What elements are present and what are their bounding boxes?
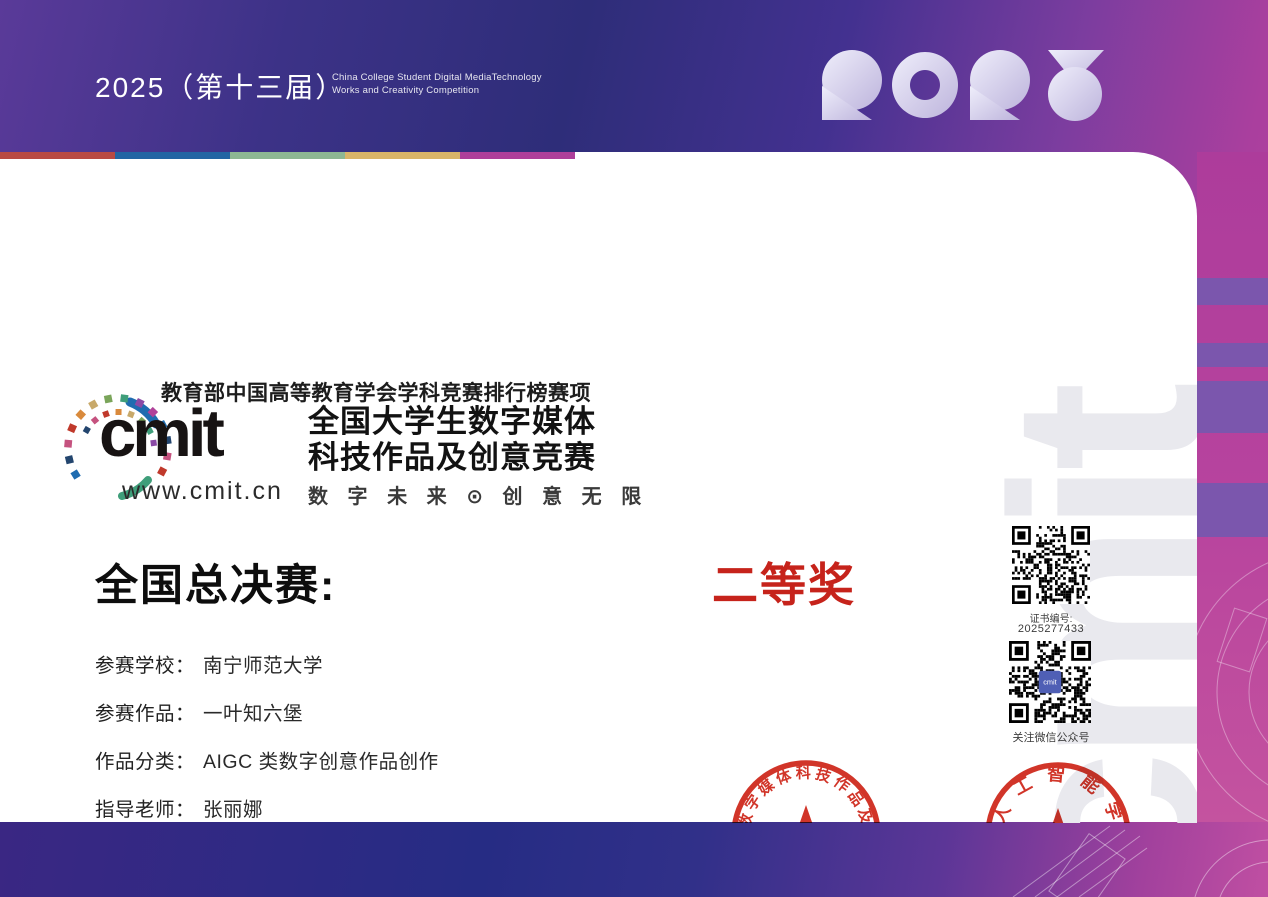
color-strip (0, 152, 575, 159)
field-row-work: 参赛作品： 一叶知六堡 (95, 697, 439, 745)
field-label: 参赛作品： (95, 703, 196, 725)
strip-segment (460, 152, 575, 159)
caai-seal: 中国人工智能学会 1191520398358 (976, 753, 1130, 823)
field-label: 指导老师： (95, 799, 196, 821)
decor-band (1197, 343, 1268, 367)
field-row-advisor: 指导老师： 张丽娜 (95, 793, 439, 823)
fan-lines-decoration (1012, 825, 1268, 897)
english-subtitle: China College Student Digital MediaTechn… (332, 72, 542, 97)
field-label: 参赛学校： (95, 655, 196, 677)
organizing-committee-seal: 全国大学生数字媒体科技作品及创意竞赛 组织委员会 (732, 760, 880, 823)
decor-band (1197, 278, 1268, 305)
competition-name-line2: 科技作品及创意竞赛 (308, 440, 596, 475)
slogan: 数 字 未 来 ⊙ 创 意 无 限 (308, 486, 649, 508)
field-value: 南宁师范大学 (203, 655, 324, 677)
field-value: 张丽娜 (203, 799, 264, 821)
certificate-qr-code (1012, 526, 1090, 604)
field-label: 作品分类： (95, 751, 196, 773)
prize-level: 二等奖 (712, 559, 856, 611)
year-2025-logo (822, 50, 1104, 121)
edition-title: 2025（第十三届） (95, 72, 346, 103)
cmit-logotype: cmit (99, 396, 225, 471)
wechat-follow-caption: 关注微信公众号 (1012, 732, 1090, 744)
arc-lines-decoration (1197, 562, 1268, 822)
right-decor-column (1197, 152, 1268, 822)
strip-segment (0, 152, 115, 159)
field-row-category: 作品分类： AIGC 类数字创意作品创作 (95, 745, 439, 793)
entry-fields: 参赛学校： 南宁师范大学 参赛作品： 一叶知六堡 作品分类： AIGC 类数字创… (95, 649, 439, 823)
english-subtitle-line2: Works and Creativity Competition (332, 84, 480, 96)
certificate-page: 2025（第十三届） China College Student Digital… (0, 0, 1268, 897)
competition-name-line1: 全国大学生数字媒体 (308, 404, 596, 439)
bottom-gradient-band (0, 822, 1268, 897)
svg-text:cmit: cmit (1043, 678, 1056, 687)
decor-band (1197, 381, 1268, 433)
wechat-qr-code: cmit (1009, 641, 1091, 723)
ranking-note: 教育部中国高等教育学会学科竞赛排行榜赛项 (161, 382, 591, 405)
strip-segment (345, 152, 460, 159)
field-value: 一叶知六堡 (203, 703, 304, 725)
competition-name-cn: 全国大学生数字媒体 科技作品及创意竞赛 (308, 404, 596, 476)
decor-band (1197, 483, 1268, 537)
final-stage-title: 全国总决赛: (95, 562, 337, 610)
field-value: AIGC 类数字创意作品创作 (203, 751, 439, 773)
english-subtitle-line1: China College Student Digital MediaTechn… (332, 72, 542, 83)
strip-segment (115, 152, 230, 159)
certificate-number: 2025277433 (1017, 623, 1085, 635)
strip-segment (230, 152, 345, 159)
certificate-card: cmit 教育部中国高等教育学会学科竞赛排行榜赛项 cmit www.cmit.… (0, 152, 1197, 823)
field-row-school: 参赛学校： 南宁师范大学 (95, 649, 439, 697)
website-url: www.cmit.cn (122, 477, 283, 505)
